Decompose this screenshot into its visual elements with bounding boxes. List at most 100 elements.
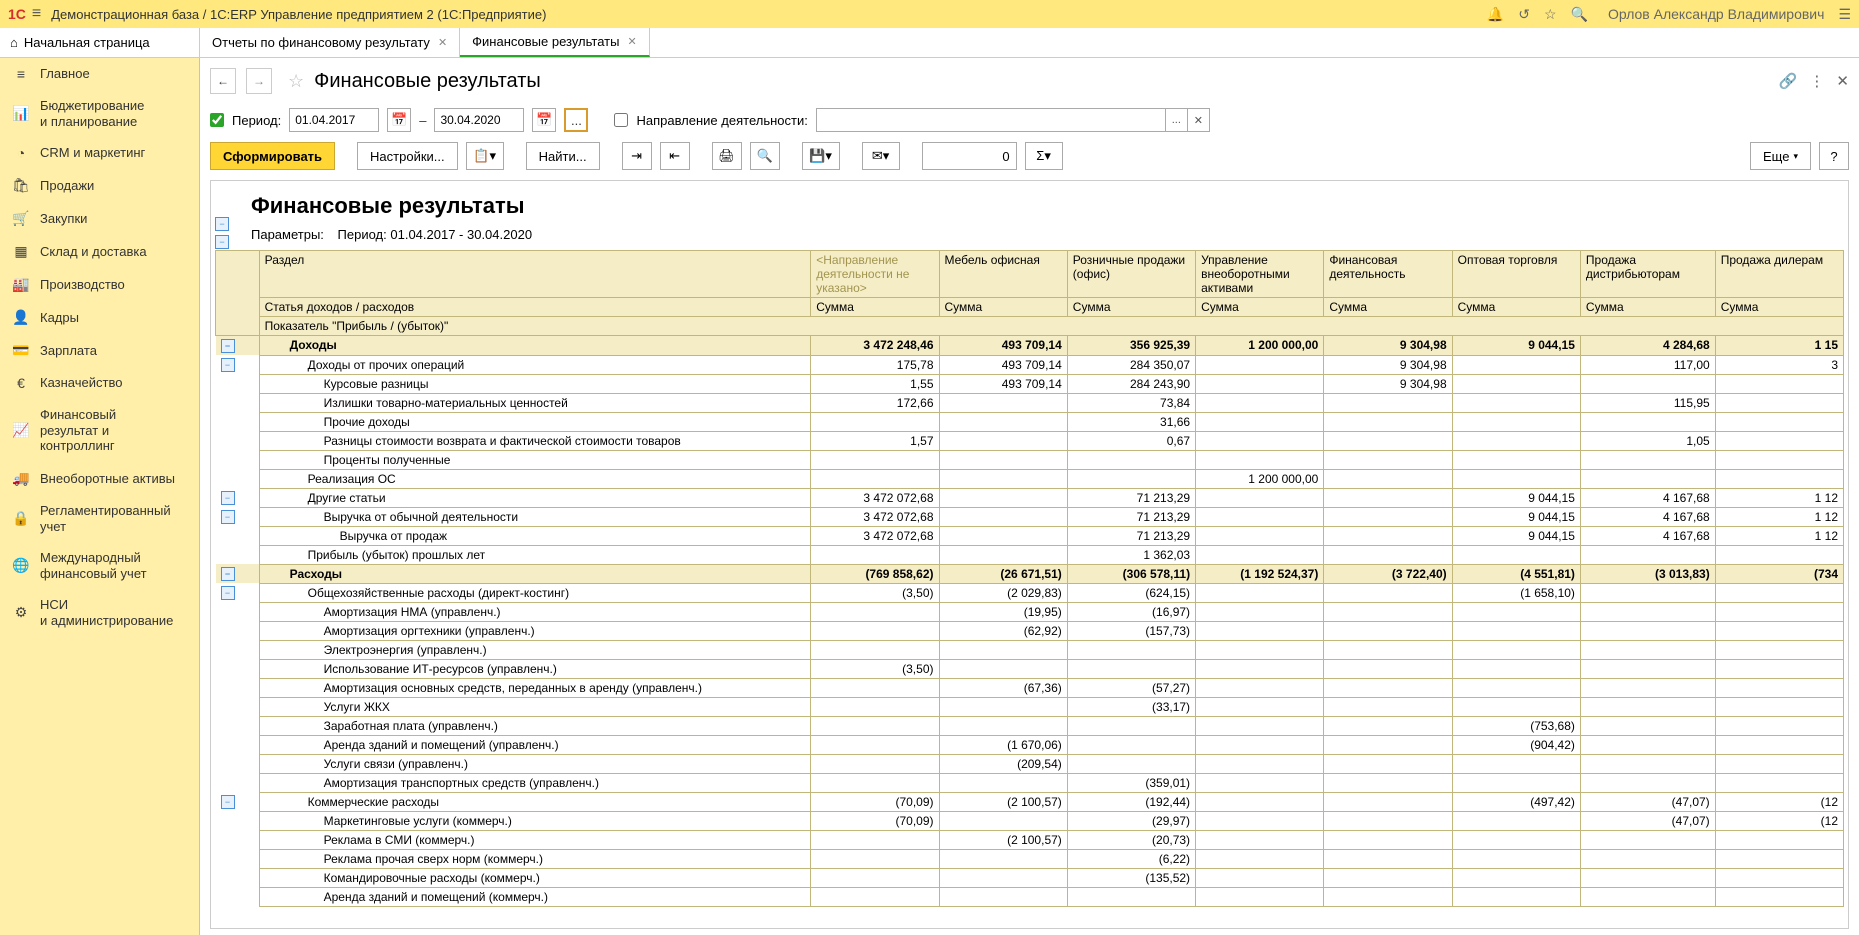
more-button[interactable]: Еще ▾ [1750,142,1811,170]
table-row: Курсовые разницы1,55493 709,14284 243,90… [216,374,1844,393]
nav-forward-button[interactable]: → [246,68,272,94]
cell-value [1067,887,1195,906]
cell-value: 71 213,29 [1067,488,1195,507]
tree-toggle-icon[interactable]: − [221,339,235,353]
sidebar-item-2[interactable]: ◔CRM и маркетинг [0,137,199,169]
expand-button[interactable]: ⇥ [622,142,652,170]
sidebar-item-7[interactable]: 👤Кадры [0,301,199,334]
sidebar-item-6[interactable]: 🏭Производство [0,268,199,301]
cell-value: (2 029,83) [939,583,1067,602]
date-to-calendar-icon[interactable]: 📅 [532,108,556,132]
date-from-input[interactable] [289,108,379,132]
cell-value [1452,659,1580,678]
sidebar-icon: 🌐 [12,557,30,574]
sidebar-item-8[interactable]: 💳Зарплата [0,334,199,367]
tree-toggle-icon[interactable]: − [221,510,235,524]
period-select-button[interactable]: ... [564,108,588,132]
bell-icon[interactable]: 🔔 [1487,6,1504,23]
preview-button[interactable]: 🔍 [750,142,780,170]
sidebar-item-0[interactable]: ≡Главное [0,58,199,90]
cell-value [1196,830,1324,849]
tab-close-icon[interactable]: ✕ [627,35,636,48]
tree-toggle-icon[interactable]: − [221,358,235,372]
sidebar-item-1[interactable]: 📊Бюджетированиеи планирование [0,90,199,137]
kebab-icon[interactable]: ⋮ [1809,72,1824,90]
sidebar-item-5[interactable]: ▦Склад и доставка [0,235,199,268]
direction-input[interactable] [816,108,1166,132]
cell-value [1580,374,1715,393]
row-label: Излишки товарно-материальных ценностей [259,393,811,412]
sum-input[interactable] [922,142,1017,170]
period-checkbox[interactable] [210,113,224,127]
direction-checkbox[interactable] [614,113,628,127]
cell-value [811,640,939,659]
date-from-calendar-icon[interactable]: 📅 [387,108,411,132]
generate-button[interactable]: Сформировать [210,142,335,170]
date-to-input[interactable] [434,108,524,132]
cell-value: (904,42) [1452,735,1580,754]
direction-select-button[interactable]: ... [1166,108,1188,132]
sidebar-item-3[interactable]: 🛍Продажи [0,169,199,202]
sidebar-label: Склад и доставка [40,244,147,260]
sidebar-item-4[interactable]: 🛒Закупки [0,202,199,235]
hdr-sum: Сумма [1196,298,1324,317]
variants-button[interactable]: 📋▾ [466,142,504,170]
user-name[interactable]: Орлов Александр Владимирович [1608,6,1824,22]
hamburger-icon[interactable]: ≡ [32,5,41,23]
cell-value: 175,78 [811,355,939,374]
sidebar-item-9[interactable]: €Казначейство [0,367,199,399]
tab-fin-results[interactable]: Финансовые результаты ✕ [460,28,650,57]
cell-value [1715,393,1843,412]
sigma-button[interactable]: Σ▾ [1025,142,1063,170]
cell-value [1324,640,1452,659]
row-label: Доходы [259,336,811,356]
collapse-button[interactable]: ⇤ [660,142,690,170]
favorite-star-icon[interactable]: ☆ [288,71,304,92]
tree-toggle-icon[interactable]: − [221,586,235,600]
hdr-sum: Сумма [811,298,939,317]
cell-value [1580,697,1715,716]
tree-toggle-icon[interactable]: − [215,217,229,231]
tab-reports[interactable]: Отчеты по финансовому результату ✕ [200,28,460,57]
nav-back-button[interactable]: ← [210,68,236,94]
sidebar-label: НСИи администрирование [40,597,173,628]
find-button[interactable]: Найти... [526,142,600,170]
tab-close-icon[interactable]: ✕ [438,36,447,49]
user-dropdown-icon[interactable]: ☰ [1838,6,1851,23]
cell-value [1580,716,1715,735]
table-row: Услуги ЖКХ(33,17) [216,697,1844,716]
mail-button[interactable]: ✉▾ [862,142,900,170]
sidebar-icon: 🛒 [12,210,30,227]
cell-value [1324,716,1452,735]
cell-value: (192,44) [1067,792,1195,811]
tree-toggle-icon[interactable]: − [221,795,235,809]
search-icon[interactable]: 🔍 [1571,6,1588,23]
cell-value [939,868,1067,887]
close-page-icon[interactable]: ✕ [1836,72,1849,90]
cell-value [1715,469,1843,488]
cell-value [1196,507,1324,526]
direction-clear-button[interactable]: ✕ [1188,108,1210,132]
history-icon[interactable]: ↺ [1518,6,1530,23]
report-area[interactable]: − − Финансовые результаты Параметры: Пер… [210,180,1849,929]
sidebar-item-13[interactable]: 🌐Международныйфинансовый учет [0,542,199,589]
row-label: Расходы [259,564,811,583]
sidebar-item-11[interactable]: 🚚Внеоборотные активы [0,462,199,495]
cell-value [1196,811,1324,830]
cell-value: (306 578,11) [1067,564,1195,583]
sidebar-item-10[interactable]: 📈Финансовыйрезультат и контроллинг [0,399,199,462]
save-button[interactable]: 💾▾ [802,142,840,170]
tree-toggle-icon[interactable]: − [221,567,235,581]
star-icon[interactable]: ☆ [1544,6,1557,23]
sidebar-item-12[interactable]: 🔒Регламентированныйучет [0,495,199,542]
settings-button[interactable]: Настройки... [357,142,458,170]
tree-toggle-icon[interactable]: − [215,235,229,249]
help-button[interactable]: ? [1819,142,1849,170]
print-button[interactable]: 🖨 [712,142,742,170]
sidebar-item-14[interactable]: ⚙НСИи администрирование [0,589,199,636]
cell-value: (70,09) [811,811,939,830]
link-icon[interactable]: 🔗 [1779,72,1798,90]
tree-toggle-icon[interactable]: − [221,491,235,505]
report-params: Параметры: Период: 01.04.2017 - 30.04.20… [251,227,1834,242]
tab-home[interactable]: ⌂ Начальная страница [0,28,200,57]
